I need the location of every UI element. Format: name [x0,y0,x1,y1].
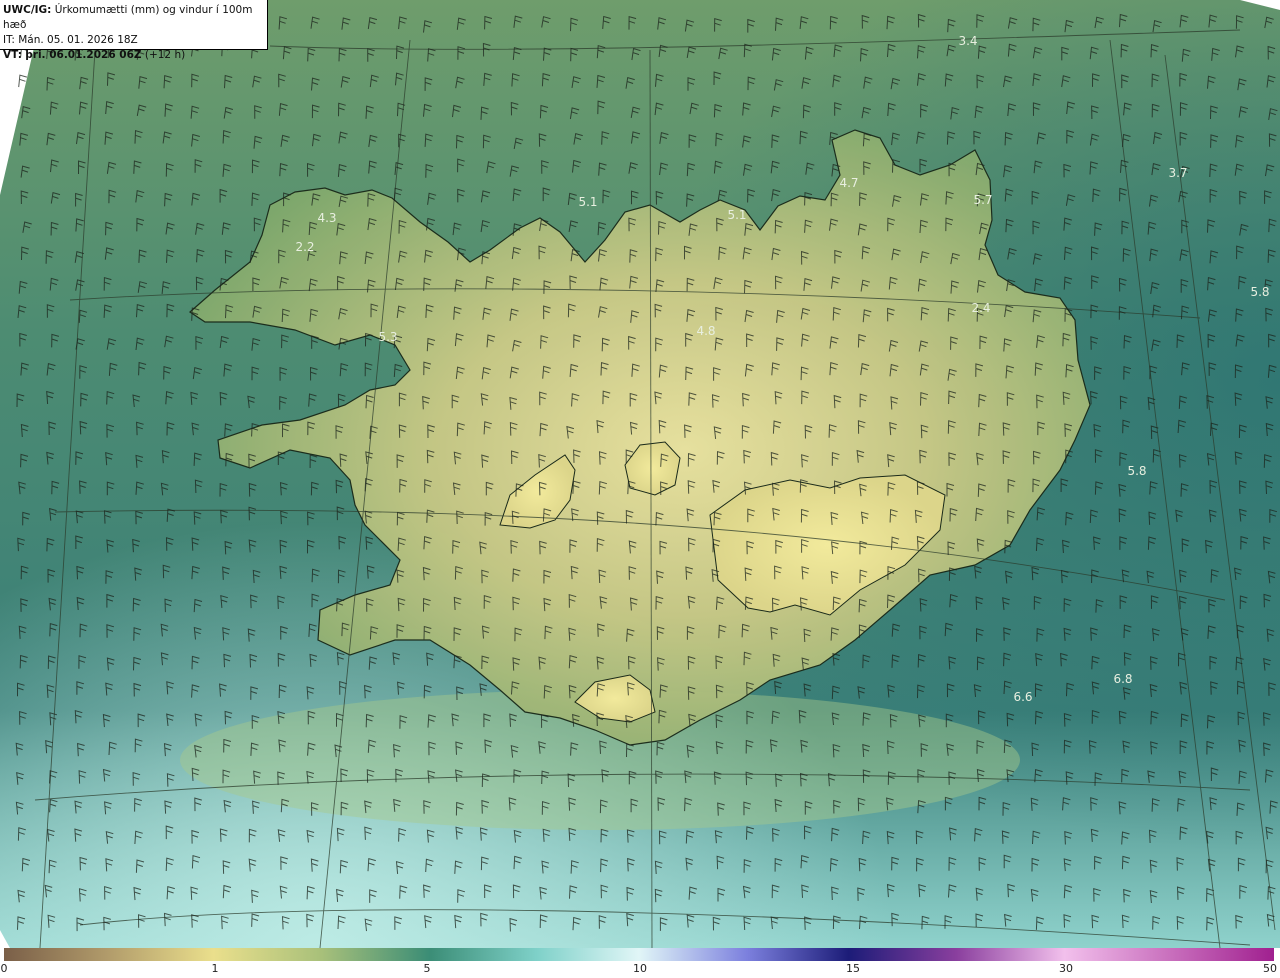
value-label: 4.3 [317,211,336,225]
valid-prefix: VT: [3,49,22,61]
colorbar-tick: 10 [633,962,647,975]
value-label: 2.2 [295,240,314,254]
precipitation-map: 3.4 3.7 5.1 5.1 4.7 5.7 4.3 2.2 5.3 4.8 … [0,0,1280,948]
colorbar-tick: 5 [423,962,431,975]
colorbar-ticks: 0 1 5 10 15 30 50 [0,962,1280,978]
value-label: 2.4 [971,301,990,315]
init-time: IT: Mán. 05. 01. 2026 18Z [3,34,138,46]
colorbar-tick: 1 [211,962,219,975]
value-label: 3.7 [1168,166,1187,180]
value-label: 4.8 [696,324,715,338]
colorbar-tick: 50 [1263,962,1277,975]
value-label: 5.1 [578,195,597,209]
colorbar [4,948,1274,961]
colorbar-tick: 30 [1059,962,1073,975]
value-label: 6.6 [1013,690,1032,704]
valid-time: þri. 06.01.2026 06Z [25,49,142,61]
value-label: 3.4 [958,34,977,48]
colorbar-tick: 15 [846,962,860,975]
value-label: 6.8 [1113,672,1132,686]
value-label: 5.8 [1127,464,1146,478]
value-label: 5.1 [727,208,746,222]
value-label: 4.7 [839,176,858,190]
lead-time: (+12 h) [144,49,186,61]
map-header: UWC/IG: Úrkomumætti (mm) og vindur í 100… [0,0,268,61]
value-label: 5.3 [378,330,397,344]
value-label: 5.8 [1250,285,1269,299]
value-label: 5.7 [973,193,992,207]
header-title-line: UWC/IG: Úrkomumætti (mm) og vindur í 100… [3,3,264,33]
valid-time-line: VT: þri. 06.01.2026 06Z (+12 h) [3,48,264,63]
colorbar-tick: 0 [0,962,8,975]
model-name: UWC/IG: [3,4,52,16]
map-area: 3.4 3.7 5.1 5.1 4.7 5.7 4.3 2.2 5.3 4.8 … [0,0,1280,948]
